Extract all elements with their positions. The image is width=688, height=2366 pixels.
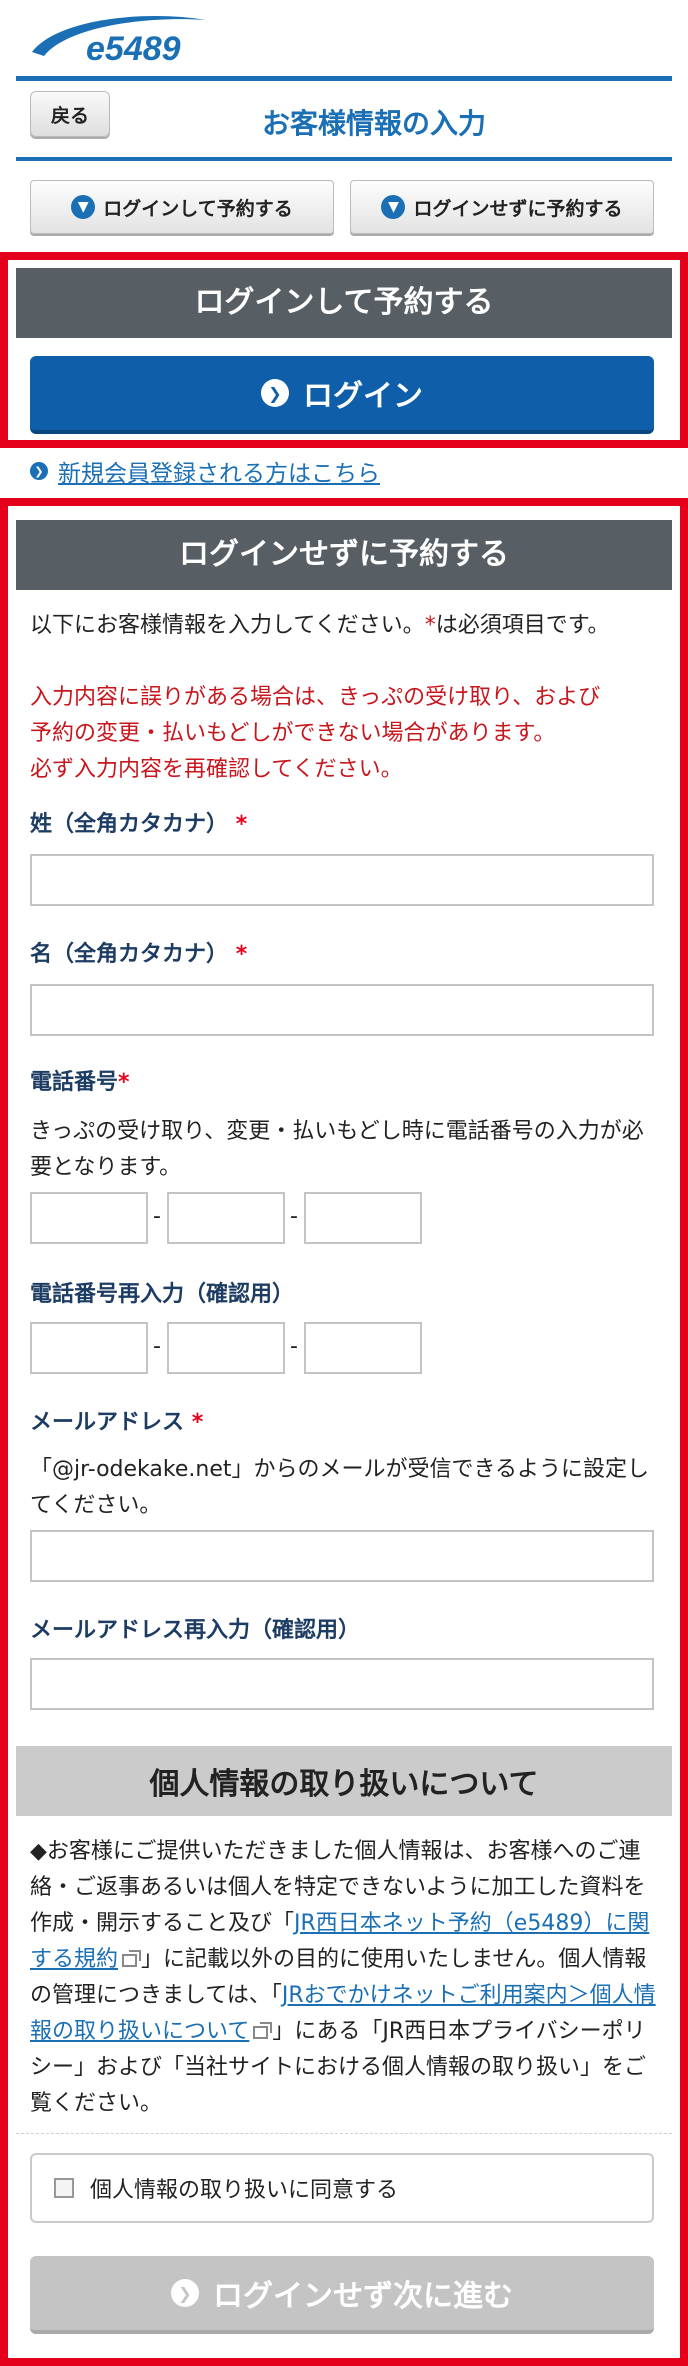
phone-confirm-input-2[interactable]	[167, 1322, 285, 1374]
divider	[16, 2133, 672, 2134]
back-button[interactable]: 戻る	[30, 91, 110, 137]
agree-checkbox-row[interactable]: 個人情報の取り扱いに同意する	[30, 2153, 654, 2223]
e5489-logo[interactable]: e5489	[28, 10, 213, 65]
register-link[interactable]: ❯ 新規会員登録される方はこちら	[30, 454, 380, 488]
phone-input-3[interactable]	[304, 1192, 422, 1244]
login-button-label: ログイン	[303, 379, 423, 414]
email-confirm-input[interactable]	[30, 1658, 654, 1710]
guest-section-heading: ログインせずに予約する	[16, 520, 672, 590]
login-button[interactable]: ❯ ログイン	[30, 356, 654, 434]
guest-next-label: ログインせず次に進む	[213, 2279, 513, 2314]
chevron-right-icon: ❯	[30, 462, 48, 480]
jump-guest-button[interactable]: ▼ ログインせずに予約する	[350, 180, 654, 234]
warning-text: 入力内容に誤りがある場合は、きっぷの受け取り、および 予約の変更・払いもどしがで…	[30, 685, 601, 782]
jump-login-label: ログインして予約する	[103, 197, 293, 220]
header-rule	[16, 76, 672, 81]
external-link-icon	[122, 1949, 142, 1967]
phone-confirm-input-3[interactable]	[304, 1322, 422, 1374]
phone-dash: -	[290, 1334, 298, 1359]
phone-dash: -	[153, 1204, 161, 1229]
external-link-icon	[253, 2021, 273, 2039]
first-name-input[interactable]	[30, 984, 654, 1036]
phone-dash: -	[153, 1334, 161, 1359]
agree-label: 個人情報の取り扱いに同意する	[90, 2178, 399, 2203]
phone-dash: -	[290, 1204, 298, 1229]
title-rule	[16, 157, 672, 161]
jump-guest-label: ログインせずに予約する	[413, 197, 623, 220]
last-name-input[interactable]	[30, 854, 654, 906]
chevron-right-icon: ❯	[261, 379, 289, 407]
intro-text: 以下にお客様情報を入力してください。*は必須項目です。	[30, 613, 610, 638]
email-note: 「@jr-odekake.net」からのメールが受信できるように設定してください…	[30, 1457, 650, 1518]
first-name-label: 名（全角カタカナ） *	[30, 942, 248, 967]
page-title: お客様情報の入力	[261, 107, 486, 140]
phone-input-1[interactable]	[30, 1192, 148, 1244]
agree-checkbox[interactable]	[54, 2178, 74, 2198]
guest-next-button[interactable]: ❯ ログインせず次に進む	[30, 2256, 654, 2334]
phone-input-2[interactable]	[167, 1192, 285, 1244]
email-input[interactable]	[30, 1530, 654, 1582]
logo-text: e5489	[86, 30, 181, 65]
privacy-text: ◆お客様にご提供いただきました個人情報は、お客様へのご連絡・ご返事あるいは個人を…	[30, 1839, 656, 2116]
phone-note: きっぷの受け取り、変更・払いもどし時に電話番号の入力が必要となります。	[30, 1119, 644, 1180]
privacy-heading: 個人情報の取り扱いについて	[16, 1746, 672, 1816]
phone-confirm-input-1[interactable]	[30, 1322, 148, 1374]
chevron-down-icon: ▼	[71, 195, 96, 219]
phone-confirm-label: 電話番号再入力（確認用）	[30, 1282, 295, 1307]
last-name-label: 姓（全角カタカナ） *	[30, 812, 248, 837]
login-section-heading: ログインして予約する	[16, 268, 672, 338]
register-link-label: 新規会員登録される方はこちら	[58, 461, 380, 487]
chevron-down-icon: ▼	[381, 195, 406, 219]
jump-login-button[interactable]: ▼ ログインして予約する	[30, 180, 334, 234]
chevron-right-icon: ❯	[171, 2279, 199, 2307]
email-confirm-label: メールアドレス再入力（確認用）	[30, 1618, 361, 1643]
phone-label: 電話番号*	[30, 1070, 130, 1095]
email-label: メールアドレス *	[30, 1410, 204, 1435]
